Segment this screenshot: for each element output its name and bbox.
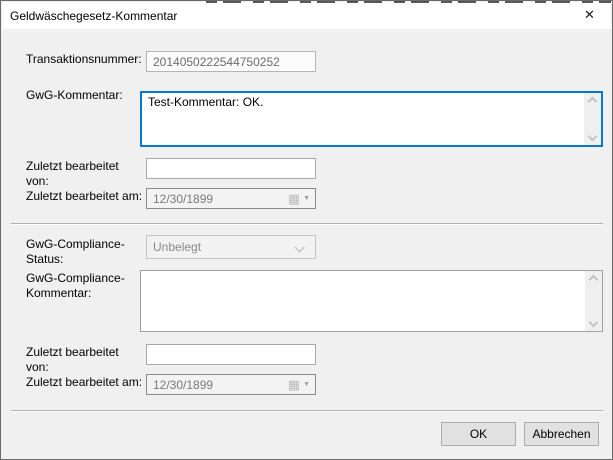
calendar-icon: ▦ bbox=[288, 378, 300, 391]
compliance-comment-textarea[interactable] bbox=[140, 270, 603, 332]
section-divider bbox=[11, 223, 603, 225]
dialog-title: Geldwäschegesetz-Kommentar bbox=[2, 9, 177, 23]
last-edited-by-field-2[interactable] bbox=[146, 344, 316, 365]
compliance-comment-input[interactable] bbox=[141, 271, 585, 331]
last-edited-by-label-2: Zuletzt bearbeitet von: bbox=[26, 345, 144, 375]
ok-button[interactable]: OK bbox=[441, 422, 516, 446]
last-edited-at-label-1: Zuletzt bearbeitet am: bbox=[26, 189, 144, 204]
cancel-button[interactable]: Abbrechen bbox=[524, 422, 599, 446]
gwg-comment-label: GwG-Kommentar: bbox=[26, 88, 144, 103]
date-value: 12/30/1899 bbox=[153, 192, 288, 206]
chevron-down-icon bbox=[295, 243, 305, 253]
compliance-comment-label: GwG-Compliance-Kommentar: bbox=[26, 271, 144, 301]
close-button[interactable]: ✕ bbox=[567, 1, 612, 28]
background-window-artifact bbox=[206, 1, 611, 3]
transaction-number-label: Transaktionsnummer: bbox=[26, 52, 144, 67]
textarea-scrollbar[interactable] bbox=[585, 271, 602, 331]
textarea-scrollbar[interactable] bbox=[584, 93, 601, 145]
gwg-comment-textarea[interactable]: Test-Kommentar: OK. bbox=[140, 91, 603, 147]
compliance-status-label: GwG-Compliance-Status: bbox=[26, 237, 144, 267]
date-value: 12/30/1899 bbox=[153, 378, 288, 392]
dropdown-arrow-icon: ▼ bbox=[303, 381, 310, 388]
scroll-up-icon[interactable] bbox=[588, 97, 598, 107]
transaction-number-field bbox=[146, 51, 316, 72]
title-bar[interactable]: Geldwäschegesetz-Kommentar bbox=[2, 2, 611, 29]
compliance-status-dropdown: Unbelegt bbox=[146, 235, 316, 259]
last-edited-at-label-2: Zuletzt bearbeitet am: bbox=[26, 375, 144, 390]
last-edited-by-label-1: Zuletzt bearbeitet von: bbox=[26, 159, 144, 189]
last-edited-at-datepicker-1: 12/30/1899 ▦ ▼ bbox=[146, 188, 316, 209]
dropdown-selected-value: Unbelegt bbox=[153, 240, 201, 254]
dropdown-arrow-icon: ▼ bbox=[303, 195, 310, 202]
scroll-up-icon[interactable] bbox=[589, 275, 599, 285]
scroll-down-icon[interactable] bbox=[588, 132, 598, 142]
gwg-comment-input[interactable]: Test-Kommentar: OK. bbox=[142, 93, 584, 145]
calendar-icon: ▦ bbox=[288, 192, 300, 205]
last-edited-by-field-1[interactable] bbox=[146, 158, 316, 179]
button-divider bbox=[11, 410, 603, 412]
scroll-down-icon[interactable] bbox=[589, 318, 599, 328]
last-edited-at-datepicker-2: 12/30/1899 ▦ ▼ bbox=[146, 374, 316, 395]
close-icon: ✕ bbox=[584, 7, 595, 23]
gwg-comment-dialog: Geldwäschegesetz-Kommentar ✕ Transaktion… bbox=[0, 0, 613, 460]
screen: Geldwäschegesetz-Kommentar ✕ Transaktion… bbox=[0, 0, 613, 460]
